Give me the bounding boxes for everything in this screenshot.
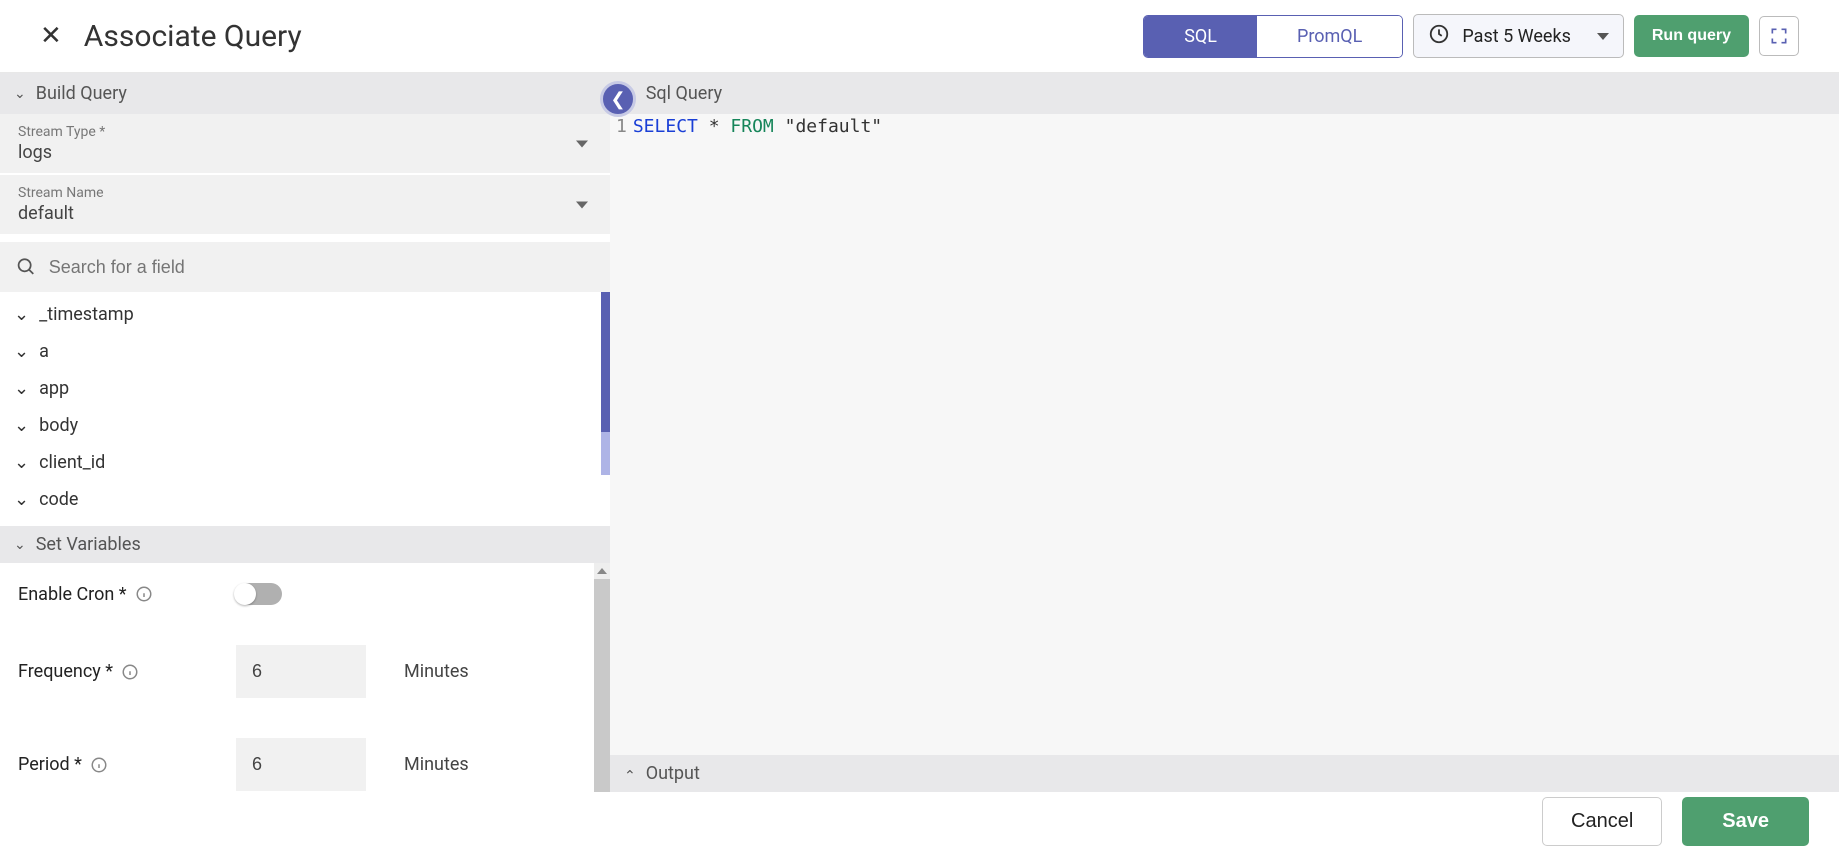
field-search-input[interactable] [49, 257, 594, 278]
field-item[interactable]: ⌄a [0, 333, 610, 370]
collapse-sidebar-button[interactable]: ❮ [600, 81, 636, 117]
run-query-button[interactable]: Run query [1634, 15, 1749, 57]
chevron-left-icon: ❮ [610, 89, 625, 110]
frequency-row: Frequency * Minutes [18, 645, 592, 698]
stream-name-value: default [18, 203, 592, 224]
frequency-label: Frequency * [18, 661, 198, 682]
stream-name-select[interactable]: Stream Name default [0, 175, 610, 234]
field-item[interactable]: ⌄ body [0, 407, 610, 444]
left-panel: ⌄ Build Query Stream Type * logs Stream … [0, 73, 610, 792]
frequency-input[interactable] [236, 645, 366, 698]
label-text: Enable Cron * [18, 584, 127, 605]
field-search[interactable] [0, 242, 610, 292]
page-title: Associate Query [84, 19, 302, 54]
field-label: code [39, 489, 78, 510]
build-query-title: Build Query [36, 83, 127, 104]
period-label: Period * [18, 754, 198, 775]
query-type-tabs: SQL PromQL [1143, 15, 1403, 58]
chevron-down-icon [1597, 33, 1609, 40]
time-range-label: Past 5 Weeks [1462, 26, 1570, 47]
field-label: body [39, 415, 78, 436]
chevron-down-icon: ⌄ [14, 378, 29, 399]
chevron-down-icon [576, 201, 588, 208]
fullscreen-button[interactable] [1759, 16, 1799, 56]
line-number: 1 [616, 116, 627, 137]
field-item[interactable]: ⌄ app [0, 370, 610, 407]
period-row: Period * Minutes [18, 738, 592, 791]
search-icon [16, 256, 37, 278]
footer: Cancel Save [1512, 781, 1839, 862]
header-right: SQL PromQL Past 5 Weeks Run query [1143, 14, 1799, 58]
set-variables-header[interactable]: ⌄ Set Variables [0, 526, 610, 563]
field-label: _timestamp [39, 304, 134, 325]
output-title: Output [646, 763, 700, 784]
sql-query-header[interactable]: ⌄ Sql Query [610, 73, 1839, 114]
field-list: ⌄_timestamp ⌄a ⌄app ⌄body ⌄client_id ⌄co… [0, 292, 610, 526]
enable-cron-toggle[interactable] [236, 583, 282, 605]
chevron-down-icon: ⌄ [14, 537, 26, 553]
cancel-button[interactable]: Cancel [1542, 797, 1662, 846]
scrollbar-up-button[interactable] [594, 563, 610, 579]
scrollbar-thumb[interactable] [601, 292, 610, 432]
main: ❮ ⌄ Build Query Stream Type * logs Strea… [0, 72, 1839, 792]
period-input[interactable] [236, 738, 366, 791]
variables-panel: Enable Cron * Frequency * Minutes Period… [0, 563, 610, 792]
field-label: client_id [39, 452, 105, 473]
info-icon[interactable] [90, 756, 108, 774]
enable-cron-row: Enable Cron * [18, 583, 592, 605]
info-icon[interactable] [135, 585, 153, 603]
right-panel: ⌄ Sql Query 1 SELECT * FROM "default" ⌄ O… [610, 73, 1839, 792]
enable-cron-label: Enable Cron * [18, 584, 198, 605]
scrollbar-thumb[interactable] [594, 579, 610, 792]
tab-sql[interactable]: SQL [1144, 16, 1257, 57]
label-text: Period * [18, 754, 82, 775]
header: ✕ Associate Query SQL PromQL Past 5 Week… [0, 0, 1839, 72]
field-item[interactable]: ⌄ code [0, 481, 610, 518]
chevron-up-icon: ⌄ [624, 766, 636, 782]
stream-type-select[interactable]: Stream Type * logs [0, 114, 610, 173]
sql-token: "default" [785, 116, 883, 137]
stream-type-label: Stream Type * [18, 124, 592, 140]
header-left: ✕ Associate Query [40, 19, 302, 54]
chevron-down-icon: ⌄ [14, 304, 29, 325]
time-range-select[interactable]: Past 5 Weeks [1413, 14, 1623, 58]
chevron-down-icon: ⌄ [14, 452, 29, 473]
field-label: a [39, 341, 49, 362]
chevron-down-icon: ⌄ [14, 489, 29, 510]
set-variables-title: Set Variables [36, 534, 141, 555]
sql-token: * [709, 116, 720, 137]
toggle-knob [234, 583, 256, 605]
sql-keyword: SELECT [633, 116, 698, 137]
save-button[interactable]: Save [1682, 797, 1809, 846]
period-unit: Minutes [404, 754, 469, 775]
stream-name-label: Stream Name [18, 185, 592, 201]
build-query-header[interactable]: ⌄ Build Query [0, 73, 610, 114]
field-item[interactable]: ⌄ client_id [0, 444, 610, 481]
frequency-unit: Minutes [404, 661, 469, 682]
tab-promql[interactable]: PromQL [1257, 16, 1402, 57]
field-item[interactable]: ⌄ _timestamp [0, 296, 610, 333]
scrollbar-thumb[interactable] [601, 432, 610, 474]
info-icon[interactable] [121, 663, 139, 681]
clock-icon [1428, 23, 1450, 49]
chevron-down-icon: ⌄ [14, 415, 29, 436]
close-icon[interactable]: ✕ [40, 21, 62, 51]
field-label: app [39, 378, 69, 399]
chevron-down-icon [576, 140, 588, 147]
sql-keyword: FROM [730, 116, 773, 137]
label-text: Frequency * [18, 661, 113, 682]
field-list-container: ⌄_timestamp ⌄a ⌄app ⌄body ⌄client_id ⌄co… [0, 292, 610, 526]
sql-editor[interactable]: 1 SELECT * FROM "default" [610, 114, 1839, 755]
stream-type-value: logs [18, 142, 592, 163]
chevron-down-icon: ⌄ [14, 341, 29, 362]
chevron-down-icon: ⌄ [14, 86, 26, 102]
sql-query-title: Sql Query [646, 83, 722, 104]
